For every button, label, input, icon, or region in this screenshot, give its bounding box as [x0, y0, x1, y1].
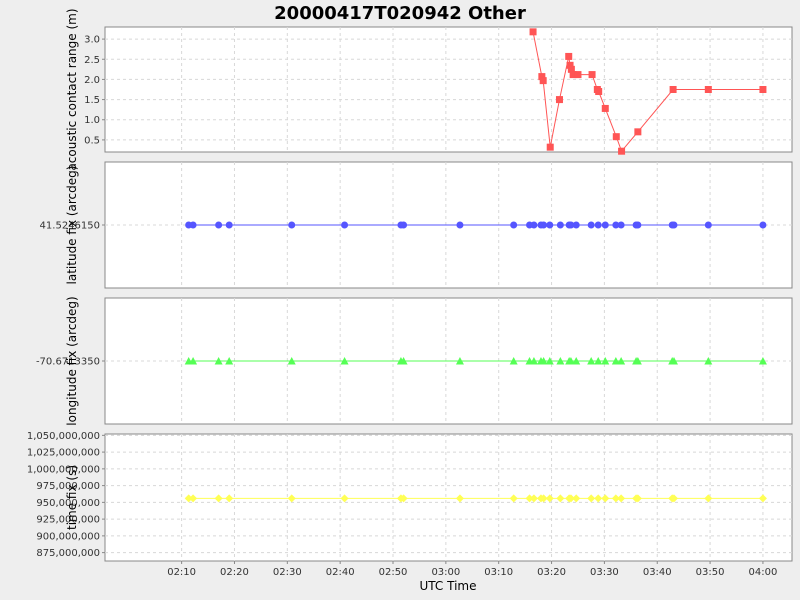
y-tick-label: 1,000,000,000: [27, 464, 100, 475]
plot-area: [104, 433, 793, 562]
data-point: [400, 221, 408, 229]
data-point: [617, 221, 625, 229]
data-point: [759, 86, 767, 93]
panel-range: 0.5 1.0 1.5 2.0 2.5 3.0 acoustic contact range…: [65, 8, 793, 171]
y-tick-label: 1,025,000,000: [27, 448, 100, 459]
data-point: [704, 86, 712, 93]
x-tick-label: 04:00: [749, 567, 778, 578]
data-point: [594, 221, 602, 229]
x-tick-label: 03:10: [484, 567, 513, 578]
data-point: [565, 52, 573, 60]
y-tick-label: 900,000,000: [36, 531, 100, 542]
x-tick-label: 02:30: [273, 567, 302, 578]
chart: 20000417T020942 Other UTC Time 0.5 1.0 1.5…: [27, 3, 793, 593]
x-tick-label: 03:50: [696, 567, 725, 578]
data-point: [510, 221, 518, 229]
x-tick-label: 02:10: [167, 567, 196, 578]
panel-latitude: 41.5246150latitude fix (arcdeg): [40, 161, 793, 289]
x-tick-label: 03:30: [590, 567, 619, 578]
y-tick-label: 1,050,000,000: [27, 431, 100, 442]
y-axis-label: acoustic contact range (m): [65, 8, 79, 170]
y-tick-label: 1.5: [84, 95, 100, 106]
data-point: [574, 71, 582, 79]
data-point: [618, 147, 626, 155]
data-point: [540, 221, 548, 229]
x-tick-label: 03:00: [431, 567, 460, 578]
chart-title: 20000417T020942 Other: [274, 3, 526, 24]
y-tick-label: 2.5: [84, 55, 100, 66]
data-point: [288, 221, 296, 229]
data-point: [634, 221, 642, 229]
panel-longitude: -70.6713350longitude fix (arcdeg): [36, 296, 793, 426]
data-point: [539, 77, 547, 85]
data-point: [456, 221, 464, 229]
y-tick-label: 3.0: [84, 35, 100, 46]
data-point: [601, 221, 609, 229]
x-axis-label: UTC Time: [420, 579, 477, 593]
panel-time: 875,000,000900,000,000925,000,000950,000…: [27, 431, 793, 562]
data-point: [546, 221, 554, 229]
data-point: [704, 221, 712, 229]
data-point: [529, 28, 537, 36]
y-tick-label: 1.0: [84, 115, 100, 126]
data-point: [759, 221, 767, 229]
y-axis-label: time fix (s): [65, 465, 79, 530]
data-point: [634, 128, 642, 136]
y-tick-label: 875,000,000: [36, 548, 100, 559]
data-point: [669, 86, 677, 93]
data-point: [225, 221, 233, 229]
data-point: [670, 221, 678, 229]
data-point: [595, 88, 603, 96]
data-point: [588, 71, 596, 79]
data-point: [601, 104, 609, 112]
data-point: [572, 221, 580, 229]
y-tick-label: 0.5: [84, 135, 100, 146]
x-tick-label: 03:40: [643, 567, 672, 578]
data-point: [556, 221, 564, 229]
data-point: [189, 221, 197, 229]
y-tick-label: 2.0: [84, 75, 100, 86]
y-axis-label: longitude fix (arcdeg): [65, 296, 79, 425]
x-tick-label: 02:50: [379, 567, 408, 578]
data-point: [612, 133, 620, 141]
data-point: [587, 221, 595, 229]
y-axis-label: latitude fix (arcdeg): [65, 166, 79, 285]
x-tick-label: 03:20: [537, 567, 566, 578]
data-point: [555, 96, 563, 104]
data-point: [341, 221, 349, 229]
data-point: [215, 221, 223, 229]
data-point: [546, 143, 554, 151]
data-point: [530, 221, 538, 229]
x-tick-label: 02:40: [326, 567, 355, 578]
x-tick-label: 02:20: [220, 567, 249, 578]
x-axis: 02:10 02:20 02:30 02:40 02:50 03:00 03:10 03:20…: [167, 561, 777, 578]
